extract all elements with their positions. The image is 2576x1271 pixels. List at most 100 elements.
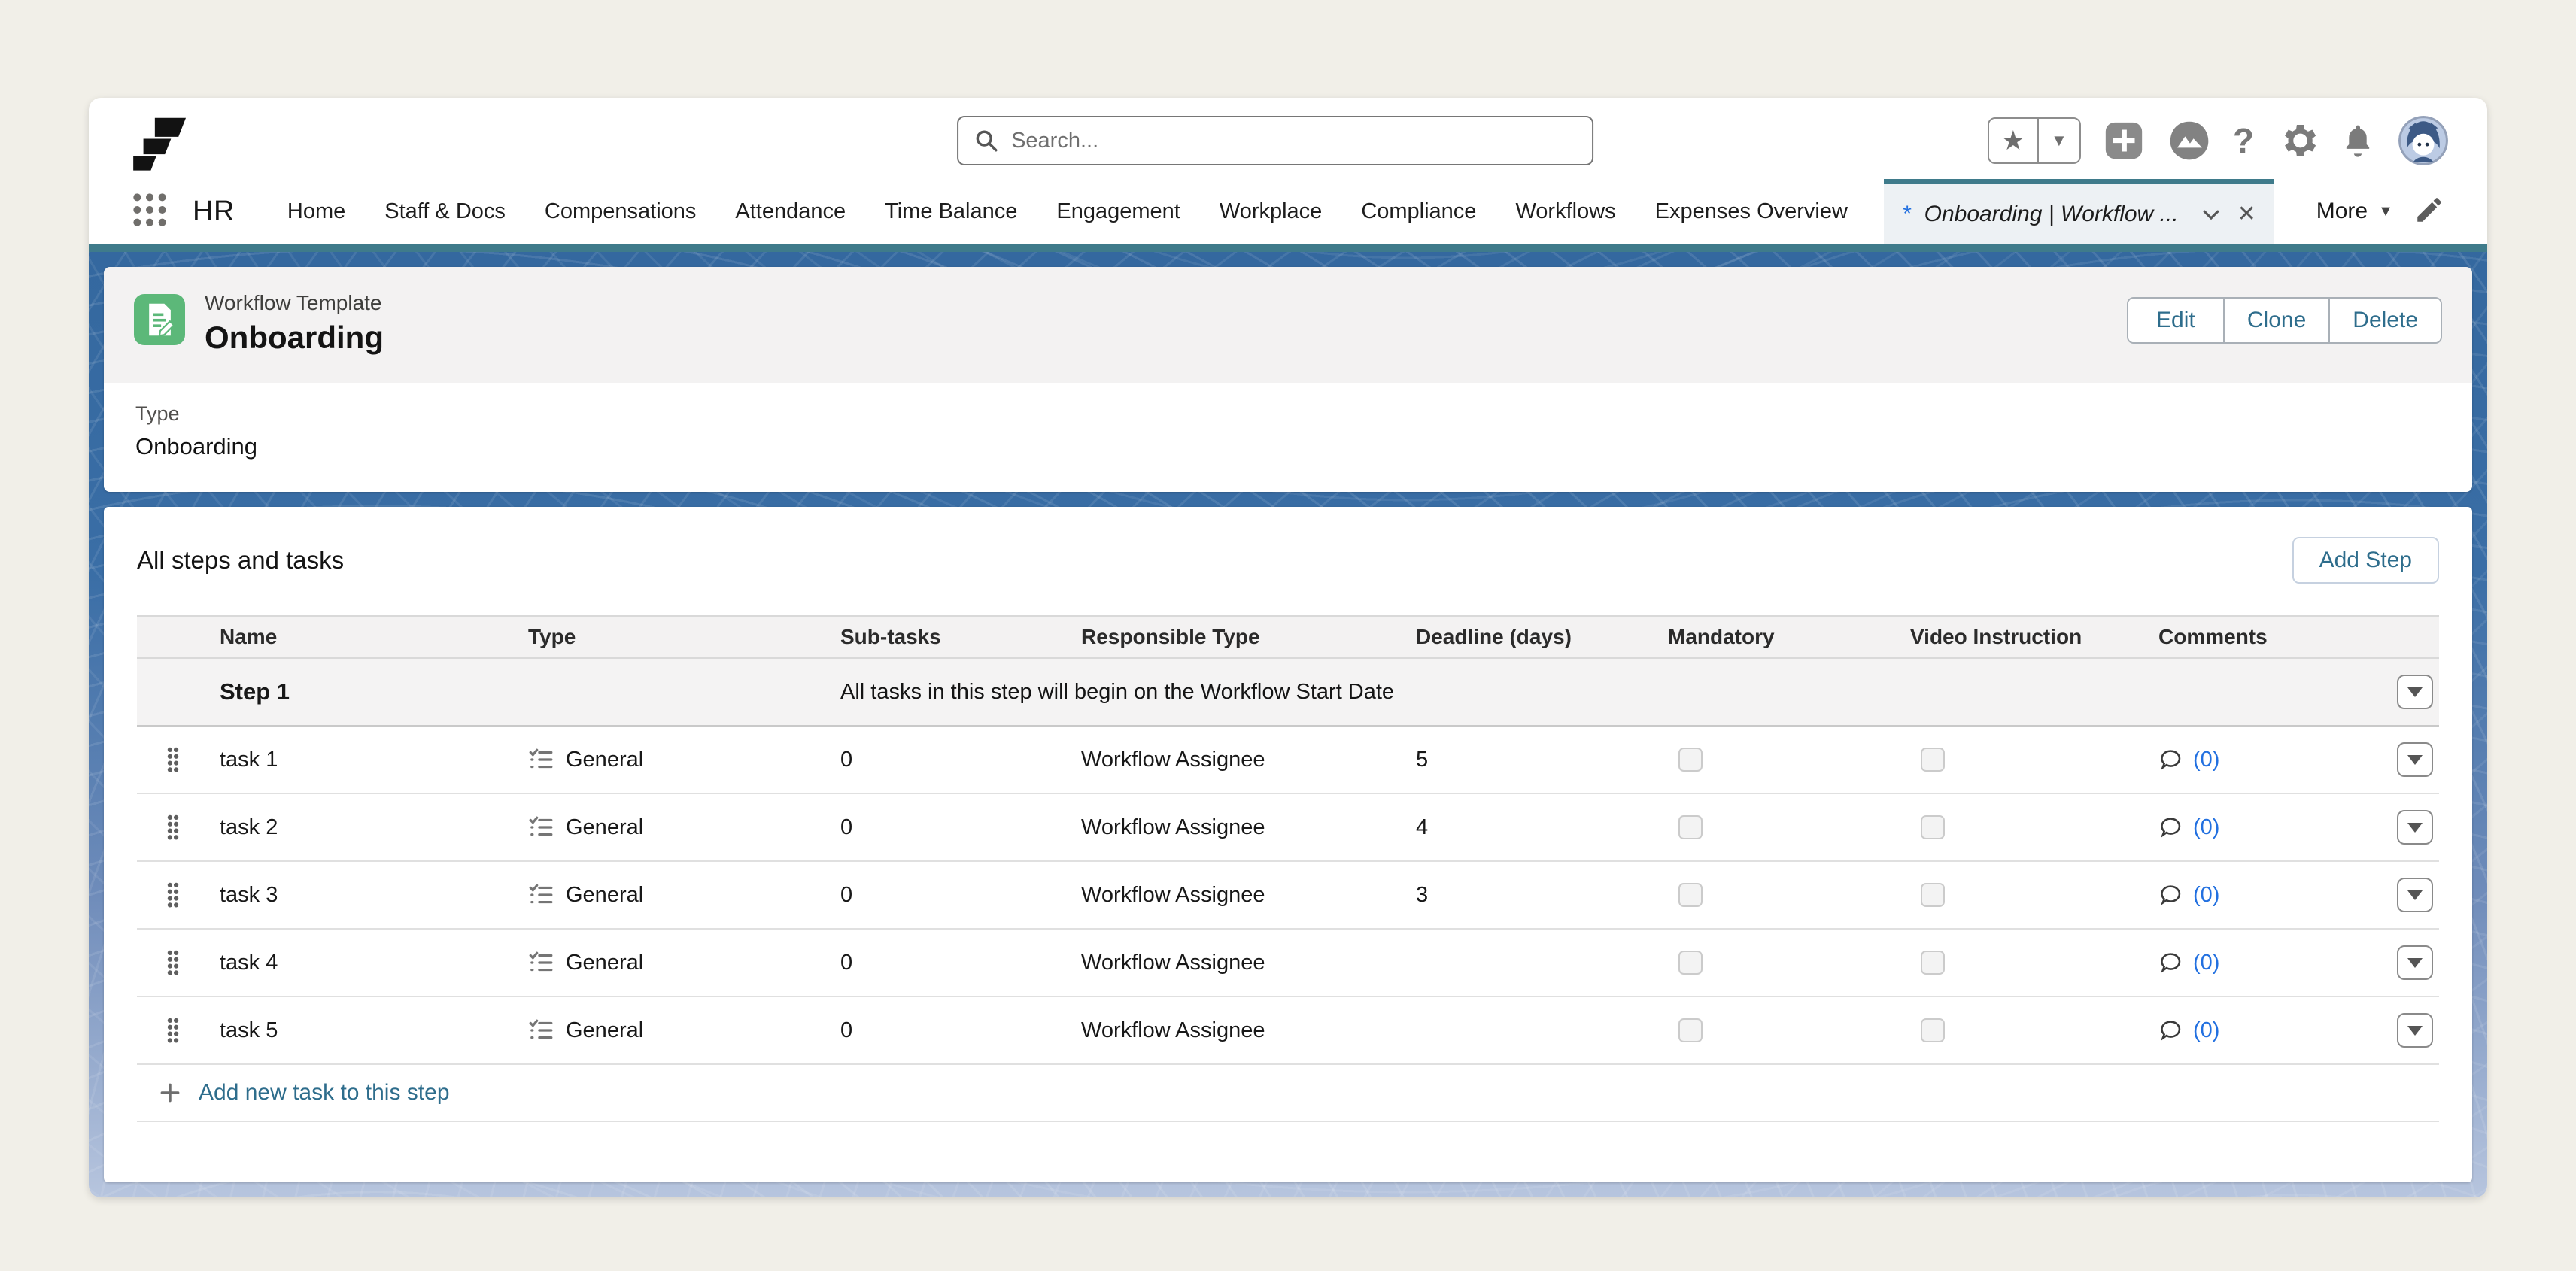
caret-down-icon (2407, 890, 2423, 900)
task-responsible-type: Workflow Assignee (1081, 883, 1416, 908)
nav-item-attendance[interactable]: Attendance (735, 199, 846, 224)
app-name: HR (193, 196, 235, 228)
edit-nav-pencil-icon[interactable] (2413, 194, 2445, 229)
caret-down-icon (2407, 687, 2423, 697)
task-name[interactable]: task 2 (220, 815, 528, 840)
caret-down-icon (2407, 1026, 2423, 1036)
video-instruction-checkbox[interactable] (1921, 883, 1945, 907)
add-step-button[interactable]: Add Step (2292, 537, 2439, 584)
column-header-deadline: Deadline (days) (1416, 625, 1668, 649)
global-header: ★ ▼ ? (89, 98, 2487, 179)
task-name[interactable]: task 1 (220, 748, 528, 772)
task-responsible-type: Workflow Assignee (1081, 951, 1416, 975)
comment-bubble-icon (2158, 1018, 2184, 1043)
nav-item-compensations[interactable]: Compensations (545, 199, 697, 224)
notifications-bell-icon[interactable] (2338, 121, 2377, 160)
nav-item-workplace[interactable]: Workplace (1220, 199, 1322, 224)
column-header-subtasks: Sub-tasks (840, 625, 1081, 649)
checklist-icon (528, 882, 554, 908)
mandatory-checkbox[interactable] (1678, 1018, 1703, 1042)
edit-button[interactable]: Edit (2128, 299, 2225, 342)
nav-more-label: More (2316, 199, 2368, 224)
task-name[interactable]: task 3 (220, 883, 528, 908)
entity-label: Workflow Template (205, 291, 384, 315)
task-deadline: 4 (1416, 815, 1668, 840)
plus-icon (158, 1081, 182, 1105)
add-plus-icon[interactable] (2102, 119, 2146, 162)
video-instruction-checkbox[interactable] (1921, 1018, 1945, 1042)
task-row-menu-button[interactable] (2397, 878, 2433, 912)
trailhead-icon[interactable] (2167, 118, 2212, 163)
comments-count-link[interactable]: (0) (2193, 1018, 2219, 1043)
task-subtasks: 0 (840, 815, 1081, 840)
mandatory-checkbox[interactable] (1678, 883, 1703, 907)
task-row-menu-button[interactable] (2397, 945, 2433, 980)
active-tab-onboarding-workflow[interactable]: * Onboarding | Workflow ... ✕ (1884, 179, 2274, 244)
task-row: task 4 General 0 Workflow Assignee (0) (137, 930, 2439, 997)
favorites-caret-icon[interactable]: ▼ (2039, 119, 2079, 162)
help-icon[interactable]: ? (2233, 120, 2254, 161)
drag-handle-icon[interactable] (137, 814, 220, 841)
checklist-icon (528, 747, 554, 772)
nav-item-engagement[interactable]: Engagement (1056, 199, 1180, 224)
record-header-card: Workflow Template Onboarding Edit Clone … (104, 267, 2472, 492)
tab-close-icon[interactable]: ✕ (2237, 201, 2256, 227)
nav-item-home[interactable]: Home (287, 199, 345, 224)
task-row: task 3 General 0 Workflow Assignee 3 (0) (137, 862, 2439, 930)
setup-gear-icon[interactable] (2275, 120, 2317, 162)
comments-count-link[interactable]: (0) (2193, 951, 2219, 975)
caret-down-icon (2407, 958, 2423, 968)
user-avatar[interactable] (2398, 116, 2448, 165)
nav-item-expenses-overview[interactable]: Expenses Overview (1655, 199, 1848, 224)
comment-bubble-icon (2158, 882, 2184, 908)
step-row: Step 1 All tasks in this step will begin… (137, 659, 2439, 727)
mandatory-checkbox[interactable] (1678, 815, 1703, 839)
comments-count-link[interactable]: (0) (2193, 883, 2219, 908)
drag-handle-icon[interactable] (137, 949, 220, 976)
drag-handle-icon[interactable] (137, 746, 220, 773)
checklist-icon (528, 1018, 554, 1043)
video-instruction-checkbox[interactable] (1921, 815, 1945, 839)
search-input[interactable] (1011, 129, 1577, 153)
video-instruction-checkbox[interactable] (1921, 748, 1945, 772)
comments-count-link[interactable]: (0) (2193, 748, 2219, 772)
nav-more-menu[interactable]: More ▼ (2316, 199, 2393, 224)
mandatory-checkbox[interactable] (1678, 951, 1703, 975)
app-launcher-waffle-icon[interactable] (131, 191, 169, 232)
nav-item-compliance[interactable]: Compliance (1361, 199, 1476, 224)
task-row-menu-button[interactable] (2397, 742, 2433, 777)
type-field-label: Type (135, 402, 2441, 426)
column-header-mandatory: Mandatory (1668, 625, 1910, 649)
comment-bubble-icon (2158, 950, 2184, 975)
drag-handle-icon[interactable] (137, 881, 220, 909)
delete-button[interactable]: Delete (2330, 299, 2441, 342)
task-name[interactable]: task 4 (220, 951, 528, 975)
nav-item-time-balance[interactable]: Time Balance (885, 199, 1017, 224)
nav-item-staff-docs[interactable]: Staff & Docs (384, 199, 506, 224)
task-row-menu-button[interactable] (2397, 810, 2433, 845)
drag-handle-icon[interactable] (137, 1017, 220, 1044)
task-row-menu-button[interactable] (2397, 1013, 2433, 1048)
task-name[interactable]: task 5 (220, 1018, 528, 1043)
favorites-star-icon[interactable]: ★ (1989, 119, 2039, 162)
task-type: General (566, 951, 643, 975)
task-type: General (566, 815, 643, 840)
column-header-responsible-type: Responsible Type (1081, 625, 1416, 649)
task-subtasks: 0 (840, 951, 1081, 975)
nav-item-workflows[interactable]: Workflows (1515, 199, 1615, 224)
active-tab-label: Onboarding | Workflow ... (1924, 202, 2179, 227)
add-task-link[interactable]: Add new task to this step (137, 1065, 2439, 1122)
task-subtasks: 0 (840, 883, 1081, 908)
steps-table: Name Type Sub-tasks Responsible Type Dea… (137, 615, 2439, 1122)
global-search (957, 116, 1593, 165)
step-row-menu-button[interactable] (2397, 675, 2433, 709)
step-name: Step 1 (220, 678, 528, 705)
mandatory-checkbox[interactable] (1678, 748, 1703, 772)
tab-chevron-down-icon[interactable] (2200, 203, 2222, 226)
task-deadline: 3 (1416, 883, 1668, 908)
task-type: General (566, 883, 643, 908)
comments-count-link[interactable]: (0) (2193, 815, 2219, 840)
video-instruction-checkbox[interactable] (1921, 951, 1945, 975)
checklist-icon (528, 950, 554, 975)
clone-button[interactable]: Clone (2225, 299, 2330, 342)
